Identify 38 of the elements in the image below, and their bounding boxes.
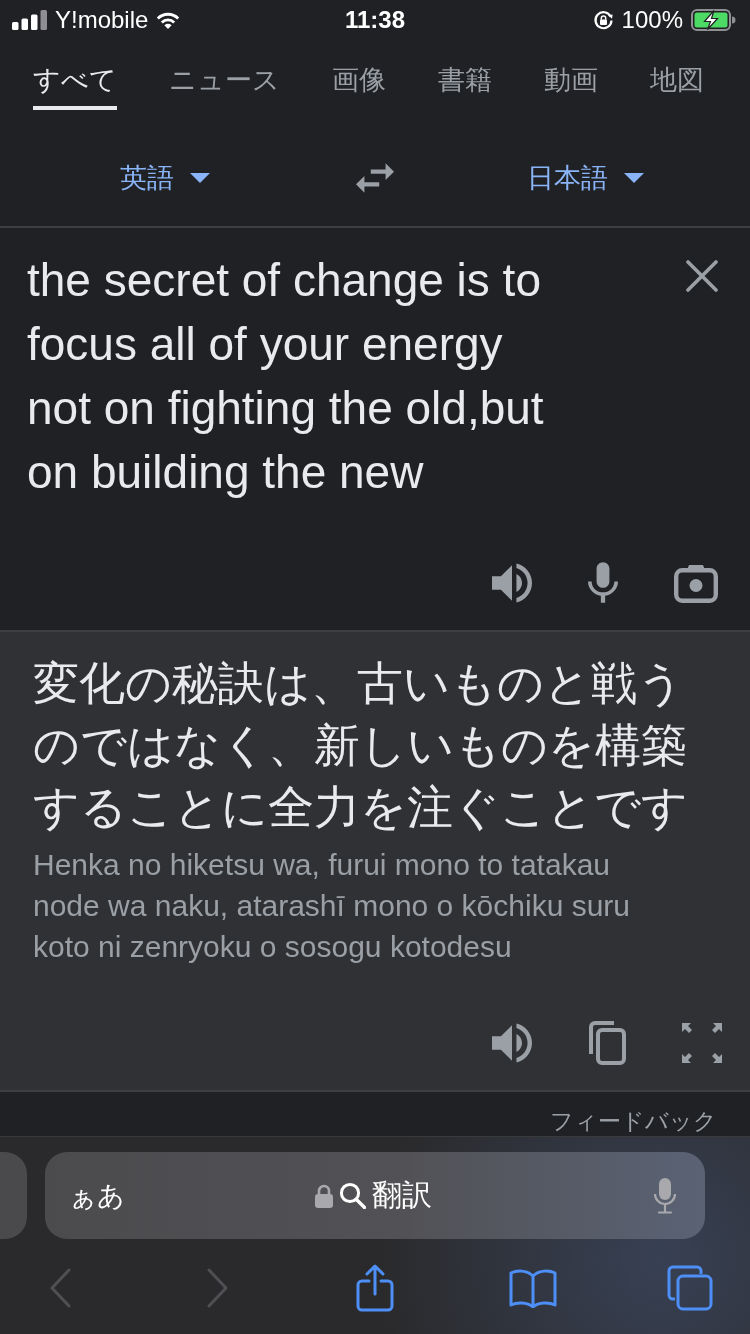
swap-icon[interactable] bbox=[356, 163, 394, 193]
book-icon[interactable] bbox=[508, 1268, 557, 1308]
battery-percent: 100% bbox=[621, 6, 683, 34]
feedback-link[interactable]: フィードバック bbox=[550, 1106, 717, 1136]
translated-text: 変化の秘訣は、古いものと戦うのではなく、新しいものを構築することに全力を注ぐことです bbox=[33, 655, 689, 836]
romanization-text: Henka no hiketsu wa, furui mono to tatakau node wa naku, atarashī mono o kōchiku suru koto ni zenryoku o sosogu kotodesu bbox=[33, 847, 632, 965]
copy-icon[interactable] bbox=[588, 1021, 626, 1065]
microphone-icon[interactable] bbox=[653, 1176, 677, 1215]
signal-icon bbox=[12, 10, 47, 30]
battery-charging-icon bbox=[691, 9, 736, 31]
caret-icon bbox=[190, 173, 210, 183]
search-tab[interactable]: 地図 bbox=[650, 62, 704, 110]
search-tab[interactable]: 画像 bbox=[332, 62, 386, 110]
speaker-icon[interactable] bbox=[492, 562, 532, 603]
share-icon[interactable] bbox=[356, 1264, 394, 1312]
source-language-button[interactable]: 英語 bbox=[120, 160, 210, 196]
status-time: 11:38 bbox=[344, 6, 406, 34]
source-text-field[interactable]: the secret of change is to focus all of your energy not on fighting the old,but on building the new bbox=[27, 248, 562, 504]
close-icon[interactable] bbox=[686, 260, 718, 292]
search-tab[interactable]: ニュース bbox=[169, 62, 280, 110]
speaker-icon[interactable] bbox=[492, 1023, 532, 1063]
carrier-name: Y!mobile bbox=[55, 6, 149, 34]
wifi-icon bbox=[156, 11, 181, 29]
search-tab[interactable]: 動画 bbox=[544, 62, 598, 110]
camera-icon[interactable] bbox=[674, 562, 718, 603]
search-icon bbox=[338, 1182, 366, 1209]
caret-icon bbox=[623, 173, 644, 183]
fullscreen-icon[interactable] bbox=[682, 1023, 722, 1063]
microphone-icon[interactable] bbox=[588, 562, 618, 603]
address-text: 翻訳 bbox=[371, 1176, 432, 1214]
lock-icon bbox=[314, 1183, 333, 1208]
address-field[interactable]: ぁあ 翻訳 bbox=[45, 1152, 705, 1239]
target-language-button[interactable]: 日本語 bbox=[526, 160, 644, 196]
search-tab[interactable]: 書籍 bbox=[438, 62, 492, 110]
tabs-icon[interactable] bbox=[667, 1265, 713, 1311]
rotation-lock-icon bbox=[592, 9, 614, 31]
text-size-button[interactable]: ぁあ bbox=[69, 1177, 125, 1214]
search-tab[interactable]: すべて bbox=[33, 62, 117, 110]
